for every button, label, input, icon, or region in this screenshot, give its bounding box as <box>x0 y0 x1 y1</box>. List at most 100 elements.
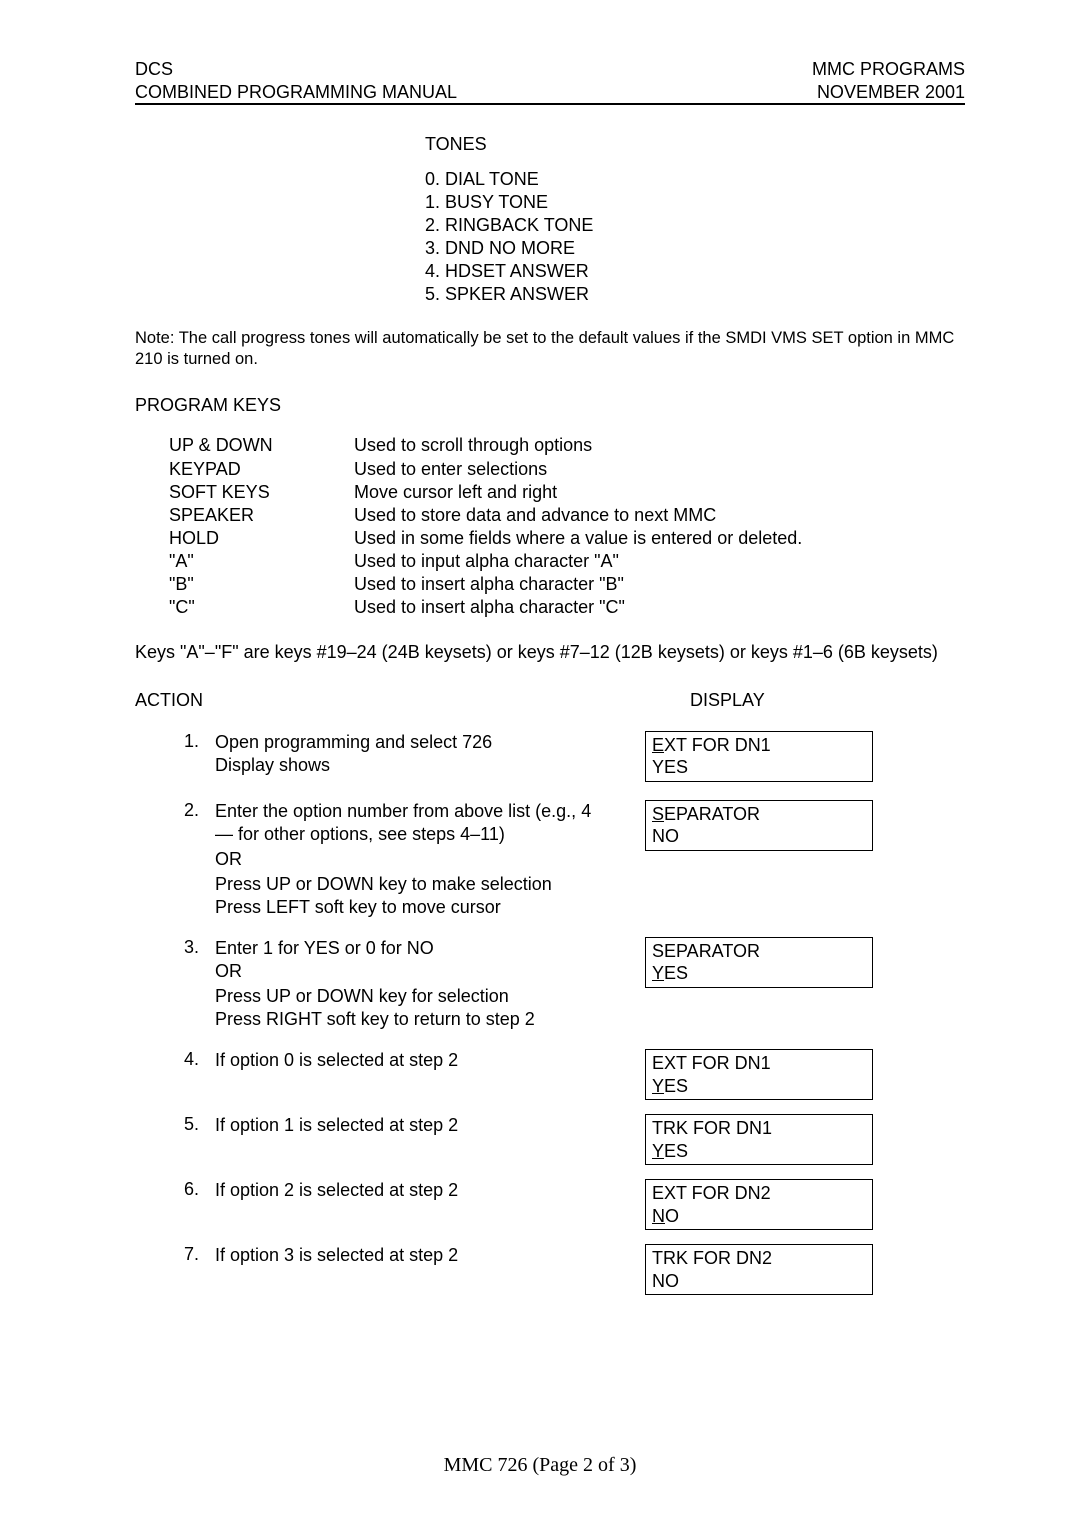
step-body: Enter 1 for YES or 0 for NO OR Press UP … <box>199 937 595 1031</box>
underlined-char: S <box>652 804 664 824</box>
table-row: "A" Used to input alpha character "A" <box>169 550 965 573</box>
display-box: TRK FOR DN1 YES <box>645 1114 873 1165</box>
display-line1: SEPARATOR <box>652 803 866 826</box>
action-label: ACTION <box>135 690 560 711</box>
page: DCS MMC PROGRAMS COMBINED PROGRAMMING MA… <box>0 0 1080 1525</box>
display-box: EXT FOR DN2 NO <box>645 1179 873 1230</box>
key-desc: Used to enter selections <box>354 458 547 481</box>
display-box: EXT FOR DN1 YES <box>645 731 873 782</box>
step-row: 5. If option 1 is selected at step 2 TRK… <box>135 1114 965 1165</box>
display-column: SEPARATOR YES <box>645 937 895 988</box>
step-number: 6. <box>169 1179 199 1200</box>
key-name: SPEAKER <box>169 504 354 527</box>
table-row: UP & DOWN Used to scroll through options <box>169 434 965 457</box>
key-name: KEYPAD <box>169 458 354 481</box>
display-column: EXT FOR DN1 YES <box>645 731 895 782</box>
table-row: "B" Used to insert alpha character "B" <box>169 573 965 596</box>
display-rest: ES <box>664 1141 688 1161</box>
tones-item: 5. SPKER ANSWER <box>425 283 965 306</box>
table-row: KEYPAD Used to enter selections <box>169 458 965 481</box>
key-desc: Move cursor left and right <box>354 481 557 504</box>
display-line1: EXT FOR DN1 <box>652 734 866 757</box>
program-keys-title: PROGRAM KEYS <box>135 395 965 416</box>
tones-item: 1. BUSY TONE <box>425 191 965 214</box>
step-body: If option 3 is selected at step 2 <box>199 1244 595 1267</box>
step-body: Enter the option number from above list … <box>199 800 595 919</box>
tones-item: 4. HDSET ANSWER <box>425 260 965 283</box>
step-line: Press RIGHT soft key to return to step 2 <box>215 1008 595 1031</box>
step-number: 5. <box>169 1114 199 1135</box>
display-line2: NO <box>652 825 866 848</box>
underlined-char: Y <box>652 1076 664 1096</box>
display-label: DISPLAY <box>690 690 765 711</box>
display-box: SEPARATOR YES <box>645 937 873 988</box>
table-row: "C" Used to insert alpha character "C" <box>169 596 965 619</box>
display-box: EXT FOR DN1 YES <box>645 1049 873 1100</box>
display-box: TRK FOR DN2 NO <box>645 1244 873 1295</box>
action-display-header: ACTION DISPLAY <box>135 690 965 711</box>
step-row: 3. Enter 1 for YES or 0 for NO OR Press … <box>135 937 965 1031</box>
page-footer: MMC 726 (Page 2 of 3) <box>0 1454 1080 1477</box>
step-line: If option 2 is selected at step 2 <box>215 1179 595 1202</box>
step-number: 2. <box>169 800 199 821</box>
header-right-line1: MMC PROGRAMS <box>812 58 965 81</box>
step-line: OR <box>215 848 595 871</box>
step-line: Press UP or DOWN key for selection <box>215 985 595 1008</box>
step-body: If option 0 is selected at step 2 <box>199 1049 595 1072</box>
program-keys-table: UP & DOWN Used to scroll through options… <box>169 434 965 618</box>
key-desc: Used to insert alpha character "B" <box>354 573 624 596</box>
step-body: If option 2 is selected at step 2 <box>199 1179 595 1202</box>
key-name: "A" <box>169 550 354 573</box>
underlined-char: Y <box>652 963 664 983</box>
display-column: SEPARATOR NO <box>645 800 895 851</box>
display-line1: EXT FOR DN1 <box>652 1052 866 1075</box>
step-line: Open programming and select 726 <box>215 731 595 754</box>
step-row: 4. If option 0 is selected at step 2 EXT… <box>135 1049 965 1100</box>
display-column: TRK FOR DN2 NO <box>645 1244 895 1295</box>
display-box: SEPARATOR NO <box>645 800 873 851</box>
step-row: 7. If option 3 is selected at step 2 TRK… <box>135 1244 965 1295</box>
step-line: Press LEFT soft key to move cursor <box>215 896 595 919</box>
display-rest: ES <box>664 963 688 983</box>
key-name: "C" <box>169 596 354 619</box>
key-desc: Used to insert alpha character "C" <box>354 596 625 619</box>
step-line: OR <box>215 960 595 983</box>
underlined-char: E <box>652 735 664 755</box>
display-line1: TRK FOR DN2 <box>652 1247 866 1270</box>
display-column: EXT FOR DN2 NO <box>645 1179 895 1230</box>
step-line: If option 0 is selected at step 2 <box>215 1049 595 1072</box>
table-row: HOLD Used in some fields where a value i… <box>169 527 965 550</box>
display-line2: YES <box>652 756 866 779</box>
step-number: 3. <box>169 937 199 958</box>
step-body: If option 1 is selected at step 2 <box>199 1114 595 1137</box>
step-number: 1. <box>169 731 199 752</box>
tones-title: TONES <box>425 133 965 156</box>
keys-footnote: Keys "A"–"F" are keys #19–24 (24B keyset… <box>135 641 965 664</box>
header-right-line2: NOVEMBER 2001 <box>817 81 965 104</box>
header-left-line1: DCS <box>135 58 173 81</box>
display-line1: TRK FOR DN1 <box>652 1117 866 1140</box>
display-column: TRK FOR DN1 YES <box>645 1114 895 1165</box>
step-line: Display shows <box>215 754 595 777</box>
key-name: "B" <box>169 573 354 596</box>
key-desc: Used to store data and advance to next M… <box>354 504 716 527</box>
display-rest: ES <box>664 1076 688 1096</box>
display-line2: YES <box>652 962 866 985</box>
display-rest: XT FOR DN1 <box>664 735 771 755</box>
step-row: 1. Open programming and select 726 Displ… <box>135 731 965 782</box>
table-row: SPEAKER Used to store data and advance t… <box>169 504 965 527</box>
step-line: Enter the option number from above list … <box>215 800 595 846</box>
steps-list: 1. Open programming and select 726 Displ… <box>135 731 965 1295</box>
step-row: 2. Enter the option number from above li… <box>135 800 965 919</box>
header-left-line2: COMBINED PROGRAMMING MANUAL <box>135 81 457 104</box>
display-column: EXT FOR DN1 YES <box>645 1049 895 1100</box>
display-line2: NO <box>652 1205 866 1228</box>
tones-item: 2. RINGBACK TONE <box>425 214 965 237</box>
underlined-char: Y <box>652 1141 664 1161</box>
step-row: 6. If option 2 is selected at step 2 EXT… <box>135 1179 965 1230</box>
key-desc: Used in some fields where a value is ent… <box>354 527 802 550</box>
underlined-char: N <box>652 1206 665 1226</box>
display-line1: EXT FOR DN2 <box>652 1182 866 1205</box>
step-line: If option 1 is selected at step 2 <box>215 1114 595 1137</box>
key-desc: Used to scroll through options <box>354 434 592 457</box>
